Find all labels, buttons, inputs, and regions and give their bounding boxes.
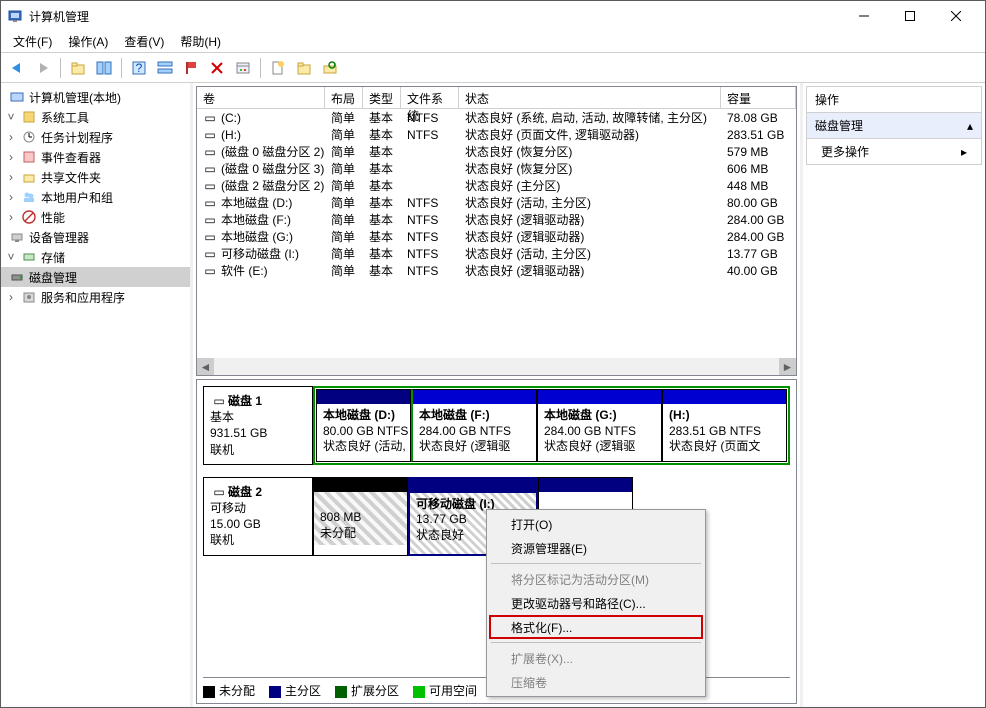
scroll-right-icon[interactable]: ►: [779, 358, 796, 375]
disk2-info[interactable]: ▭磁盘 2 可移动 15.00 GB 联机: [203, 477, 313, 556]
actions-pane: 操作 磁盘管理▴ 更多操作▸: [803, 83, 985, 707]
volume-row[interactable]: ▭本地磁盘 (D:)简单基本NTFS状态良好 (活动, 主分区)80.00 GB: [197, 194, 796, 211]
folder-button[interactable]: [292, 56, 316, 80]
new-button[interactable]: [266, 56, 290, 80]
disk1-part-d[interactable]: 本地磁盘 (D:)80.00 GB NTFS状态良好 (活动,: [316, 389, 411, 462]
volume-row[interactable]: ▭(C:)简单基本NTFS状态良好 (系统, 启动, 活动, 故障转储, 主分区…: [197, 109, 796, 126]
delete-button[interactable]: [205, 56, 229, 80]
collapse-icon: ▴: [967, 119, 973, 133]
ctx-change-letter[interactable]: 更改驱动器号和路径(C)...: [489, 591, 703, 615]
action-flag-button[interactable]: [179, 56, 203, 80]
legend-unalloc: 未分配: [203, 682, 255, 699]
chevron-right-icon: ▸: [961, 145, 967, 159]
app-icon: [7, 8, 23, 24]
ctx-format[interactable]: 格式化(F)...: [489, 615, 703, 639]
col-fs[interactable]: 文件系统: [401, 87, 459, 108]
menu-action[interactable]: 操作(A): [60, 31, 116, 52]
maximize-button[interactable]: [887, 1, 933, 31]
h-scrollbar[interactable]: ◄ ►: [197, 358, 796, 375]
ctx-open[interactable]: 打开(O): [489, 512, 703, 536]
tree-system-tools[interactable]: ˅系统工具: [1, 107, 190, 127]
actions-more[interactable]: 更多操作▸: [806, 138, 982, 165]
disk2-unallocated[interactable]: 808 MB未分配: [313, 477, 408, 556]
volume-row[interactable]: ▭(磁盘 2 磁盘分区 2)简单基本状态良好 (主分区)448 MB: [197, 177, 796, 194]
col-status[interactable]: 状态: [459, 87, 721, 108]
help-button[interactable]: ?: [127, 56, 151, 80]
disk-icon: ▭: [210, 484, 228, 500]
disk1-part-g[interactable]: 本地磁盘 (G:)284.00 GB NTFS状态良好 (逻辑驱: [537, 389, 662, 462]
scroll-left-icon[interactable]: ◄: [197, 358, 214, 375]
minimize-button[interactable]: [841, 1, 887, 31]
menu-file[interactable]: 文件(F): [5, 31, 60, 52]
menu-view[interactable]: 查看(V): [116, 31, 172, 52]
disk-icon: ▭: [210, 393, 228, 409]
tree-pane: 计算机管理(本地) ˅系统工具 ›任务计划程序 ›事件查看器 ›共享文件夹 ›本…: [1, 83, 193, 707]
volume-row[interactable]: ▭本地磁盘 (G:)简单基本NTFS状态良好 (逻辑驱动器)284.00 GB: [197, 228, 796, 245]
disk1-info[interactable]: ▭磁盘 1 基本 931.51 GB 联机: [203, 386, 313, 465]
ctx-mark-active[interactable]: 将分区标记为活动分区(M): [489, 567, 703, 591]
tree-task-scheduler[interactable]: ›任务计划程序: [1, 127, 190, 147]
disk-block-1: ▭磁盘 1 基本 931.51 GB 联机 本地磁盘 (D:)80.00 GB …: [203, 386, 790, 465]
col-type[interactable]: 类型: [363, 87, 401, 108]
volume-row[interactable]: ▭(磁盘 0 磁盘分区 3)简单基本状态良好 (恢复分区)606 MB: [197, 160, 796, 177]
svg-text:?: ?: [136, 61, 143, 75]
col-capacity[interactable]: 容量: [721, 87, 796, 108]
volume-row[interactable]: ▭可移动磁盘 (I:)简单基本NTFS状态良好 (活动, 主分区)13.77 G…: [197, 245, 796, 262]
titlebar: 计算机管理: [1, 1, 985, 31]
show-hide-button[interactable]: [92, 56, 116, 80]
tree-shared-folders[interactable]: ›共享文件夹: [1, 167, 190, 187]
rescan-button[interactable]: [318, 56, 342, 80]
legend-primary: 主分区: [269, 682, 321, 699]
volume-row[interactable]: ▭(磁盘 0 磁盘分区 2)简单基本状态良好 (恢复分区)579 MB: [197, 143, 796, 160]
col-volume[interactable]: 卷: [197, 87, 325, 108]
disk1-part-f[interactable]: 本地磁盘 (F:)284.00 GB NTFS状态良好 (逻辑驱: [411, 389, 537, 462]
settings-button[interactable]: [231, 56, 255, 80]
tree-performance[interactable]: ›性能: [1, 207, 190, 227]
volume-row[interactable]: ▭(H:)简单基本NTFS状态良好 (页面文件, 逻辑驱动器)283.51 GB: [197, 126, 796, 143]
ctx-extend[interactable]: 扩展卷(X)...: [489, 646, 703, 670]
up-button[interactable]: [66, 56, 90, 80]
menubar: 文件(F) 操作(A) 查看(V) 帮助(H): [1, 31, 985, 53]
volume-header: 卷 布局 类型 文件系统 状态 容量: [197, 87, 796, 109]
context-menu: 打开(O) 资源管理器(E) 将分区标记为活动分区(M) 更改驱动器号和路径(C…: [486, 509, 706, 697]
forward-button[interactable]: [31, 56, 55, 80]
tree-local-users[interactable]: ›本地用户和组: [1, 187, 190, 207]
legend-free: 可用空间: [413, 682, 477, 699]
window-title: 计算机管理: [29, 8, 841, 25]
tree-event-viewer[interactable]: ›事件查看器: [1, 147, 190, 167]
volume-row[interactable]: ▭本地磁盘 (F:)简单基本NTFS状态良好 (逻辑驱动器)284.00 GB: [197, 211, 796, 228]
actions-header: 操作: [806, 86, 982, 113]
disk1-part-h[interactable]: (H:)283.51 GB NTFS状态良好 (页面文: [662, 389, 787, 462]
tree-storage[interactable]: ˅存储: [1, 247, 190, 267]
tree-device-manager[interactable]: 设备管理器: [1, 227, 190, 247]
view-mode-button[interactable]: [153, 56, 177, 80]
volume-row[interactable]: ▭软件 (E:)简单基本NTFS状态良好 (逻辑驱动器)40.00 GB: [197, 262, 796, 279]
ctx-shrink[interactable]: 压缩卷: [489, 670, 703, 694]
menu-help[interactable]: 帮助(H): [172, 31, 229, 52]
tree-disk-management[interactable]: 磁盘管理: [1, 267, 190, 287]
legend-extended: 扩展分区: [335, 682, 399, 699]
toolbar: ?: [1, 53, 985, 83]
close-button[interactable]: [933, 1, 979, 31]
tree-root[interactable]: 计算机管理(本地): [1, 87, 190, 107]
back-button[interactable]: [5, 56, 29, 80]
actions-disk-mgmt[interactable]: 磁盘管理▴: [806, 112, 982, 139]
tree-services-apps[interactable]: ›服务和应用程序: [1, 287, 190, 307]
col-layout[interactable]: 布局: [325, 87, 363, 108]
ctx-explorer[interactable]: 资源管理器(E): [489, 536, 703, 560]
volume-list: 卷 布局 类型 文件系统 状态 容量 ▭(C:)简单基本NTFS状态良好 (系统…: [196, 86, 797, 376]
